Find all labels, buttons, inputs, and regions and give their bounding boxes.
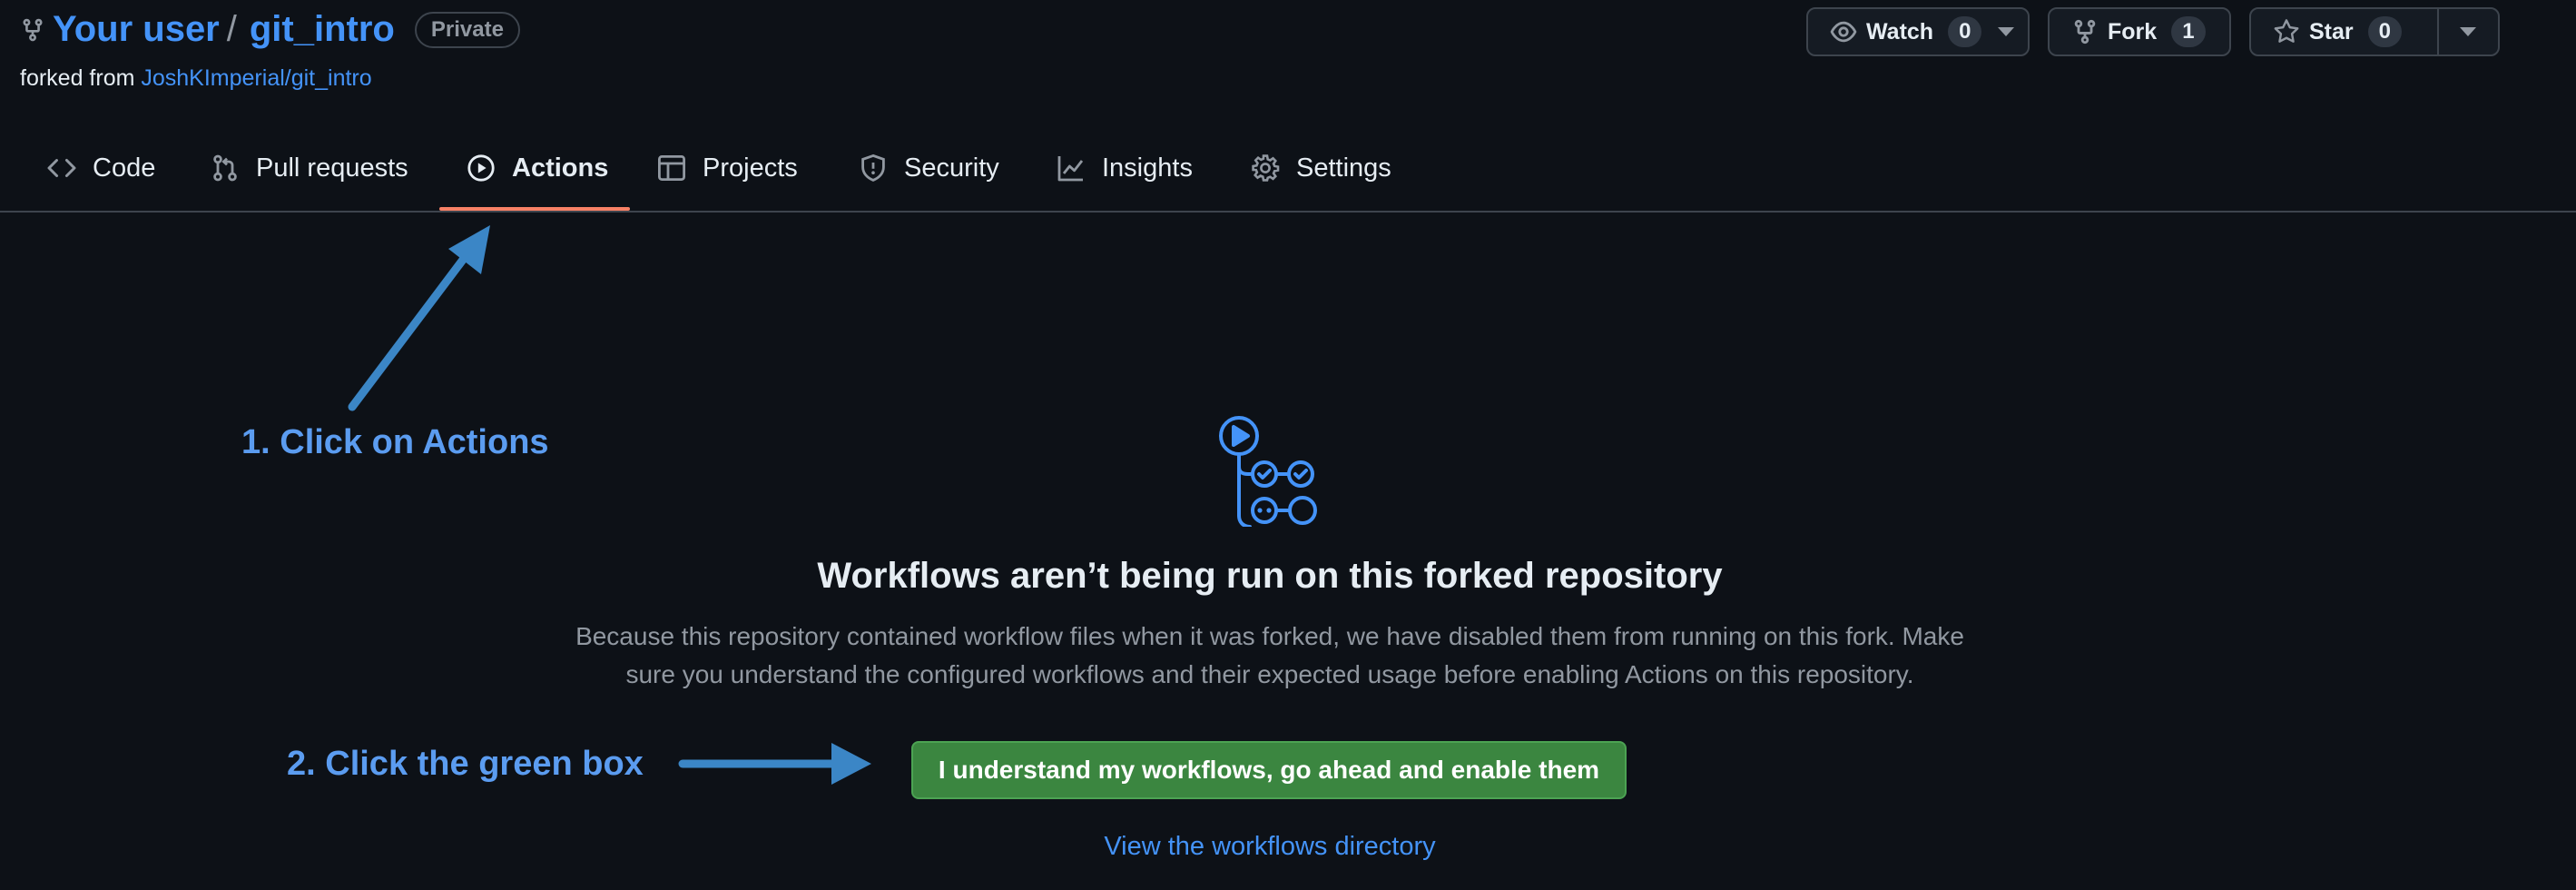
annotation-arrow-1 <box>348 225 490 411</box>
forked-from-line: forked from JoshKImperial/git_intro <box>20 65 372 92</box>
eye-icon <box>1830 21 1857 43</box>
fork-label: Fork <box>2108 18 2158 44</box>
repo-title: Your user / git_intro Private <box>20 9 520 50</box>
star-button-group: Star 0 <box>2249 7 2500 56</box>
watch-label: Watch <box>1866 18 1934 44</box>
graph-icon <box>1057 156 1084 182</box>
star-count: 0 <box>2367 16 2402 47</box>
tab-security[interactable]: Security <box>859 127 999 209</box>
empty-state-description: Because this repository contained workfl… <box>536 618 2004 694</box>
tab-code-label: Code <box>93 153 156 183</box>
tab-insights[interactable]: Insights <box>1057 127 1193 209</box>
repo-nav: Code Pull requests Actions Projects Secu… <box>0 127 2576 213</box>
tab-settings[interactable]: Settings <box>1251 127 1391 209</box>
enable-workflows-button[interactable]: I understand my workflows, go ahead and … <box>911 741 1627 799</box>
visibility-badge: Private <box>414 11 520 48</box>
chevron-down-icon <box>1998 27 2015 36</box>
fork-button[interactable]: Fork 1 <box>2048 7 2231 56</box>
forked-source-link[interactable]: JoshKImperial/git_intro <box>141 65 371 91</box>
code-icon <box>47 158 76 178</box>
star-lists-dropdown[interactable] <box>2439 9 2498 54</box>
star-icon <box>2274 19 2299 43</box>
star-button[interactable]: Star 0 <box>2251 9 2439 54</box>
empty-state-heading: Workflows aren’t being run on this forke… <box>817 556 1723 596</box>
repo-path-separator: / <box>226 9 237 49</box>
git-pull-request-icon <box>213 154 237 182</box>
active-tab-indicator <box>439 207 630 211</box>
tab-insights-label: Insights <box>1102 153 1193 183</box>
view-workflows-directory-link: View the workflows directory <box>0 832 2540 862</box>
watch-button[interactable]: Watch 0 <box>1806 7 2030 56</box>
tab-code[interactable]: Code <box>47 127 155 209</box>
tab-projects-label: Projects <box>703 153 798 183</box>
workflow-illustration-icon <box>1219 416 1317 527</box>
annotation-step-1: 1. Click on Actions <box>241 423 549 461</box>
description-line: sure you understand the configured workf… <box>625 660 1914 688</box>
star-label: Star <box>2309 18 2354 44</box>
shield-icon <box>861 153 885 182</box>
repo-name-link[interactable]: git_intro <box>250 9 395 50</box>
fork-count: 1 <box>2171 16 2206 47</box>
view-workflows-link-text[interactable]: View the workflows directory <box>1104 832 1435 861</box>
repo-forked-icon <box>2074 19 2096 44</box>
annotation-arrow-2 <box>678 743 871 785</box>
tab-security-label: Security <box>904 153 999 183</box>
table-icon <box>658 155 686 182</box>
watch-count: 0 <box>1948 16 1982 47</box>
tab-actions-label: Actions <box>512 153 609 183</box>
tab-pull-requests-label: Pull requests <box>256 153 408 183</box>
gear-icon <box>1252 154 1280 182</box>
chevron-down-icon <box>2460 27 2477 36</box>
tab-actions[interactable]: Actions <box>467 127 608 209</box>
repo-owner-link[interactable]: Your user <box>53 9 220 50</box>
repo-forked-icon <box>23 18 43 41</box>
tab-projects[interactable]: Projects <box>657 127 798 209</box>
description-line: Because this repository contained workfl… <box>575 622 1964 650</box>
play-icon <box>467 154 495 182</box>
annotation-step-2: 2. Click the green box <box>287 745 644 783</box>
tab-settings-label: Settings <box>1296 153 1391 183</box>
tab-pull-requests[interactable]: Pull requests <box>211 127 408 209</box>
forked-from-label: forked from <box>20 65 142 91</box>
